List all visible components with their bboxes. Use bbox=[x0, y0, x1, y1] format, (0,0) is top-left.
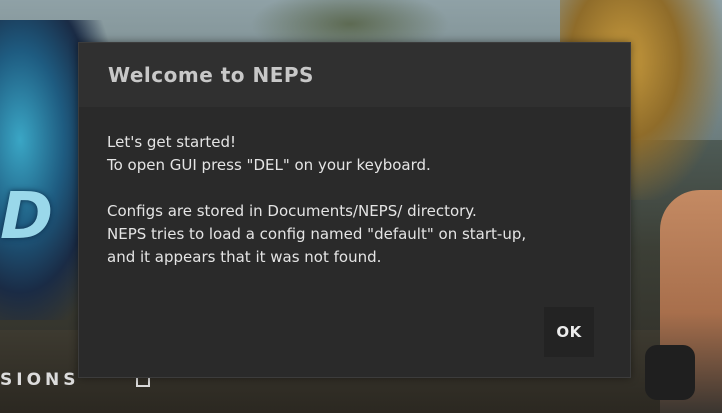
dialog-header: Welcome to NEPS bbox=[79, 43, 630, 107]
ok-button[interactable]: OK bbox=[544, 307, 594, 357]
background-logo-lettering: D bbox=[0, 180, 53, 254]
message-line: To open GUI press "DEL" on your keyboard… bbox=[107, 156, 431, 174]
dialog-title: Welcome to NEPS bbox=[108, 63, 314, 87]
background-menu-item-label[interactable]: SIONS bbox=[0, 370, 80, 390]
welcome-dialog: Welcome to NEPS Let's get started! To op… bbox=[78, 42, 631, 378]
message-line: NEPS tries to load a config named "defau… bbox=[107, 225, 527, 243]
message-line: and it appears that it was not found. bbox=[107, 248, 382, 266]
message-line: Configs are stored in Documents/NEPS/ di… bbox=[107, 202, 477, 220]
dialog-message: Let's get started! To open GUI press "DE… bbox=[79, 107, 630, 269]
message-line: Let's get started! bbox=[107, 133, 237, 151]
game-screen: D SIONS Welcome to NEPS Let's get starte… bbox=[0, 0, 722, 413]
background-character-glove bbox=[645, 345, 695, 400]
